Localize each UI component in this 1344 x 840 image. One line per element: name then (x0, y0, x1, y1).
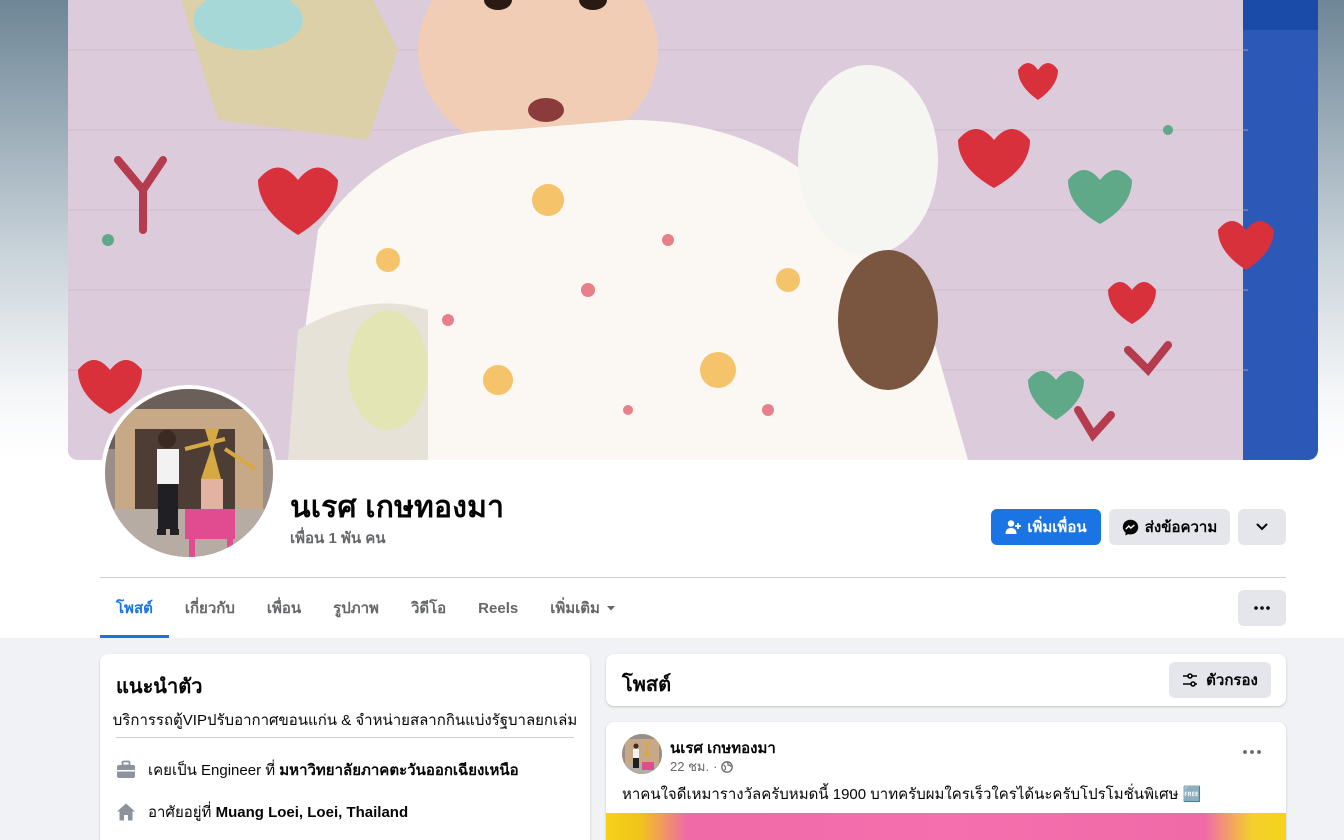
tab-videos[interactable]: วิดีโอ (395, 578, 462, 638)
tab-photos[interactable]: รูปภาพ (317, 578, 395, 638)
filter-icon (1183, 673, 1198, 687)
caret-down-icon (606, 606, 615, 611)
intro-bio: บริการรถตู้VIPปรับอากาศขอนแก่น & จำหน่าย… (112, 712, 578, 729)
profile-picture[interactable] (101, 385, 277, 561)
post-text: หาคนใจดีเหมารางวัลครับหมดนี้ 1900 บาทครั… (622, 786, 1202, 803)
post-image[interactable] (606, 813, 1286, 840)
post-meta: 22 ชม. · (670, 756, 734, 777)
intro-card: แนะนำตัว บริการรถตู้VIPปรับอากาศขอนแก่น … (100, 654, 590, 840)
profile-name: นเรศ เกษทองมา (290, 491, 505, 524)
profile-header: นเรศ เกษทองมา เพื่อน 1 พัน คน เพิ่มเพื่อ… (0, 0, 1344, 638)
work-prefix: เคยเป็น Engineer ที่ (148, 762, 280, 779)
tab-more[interactable]: เพิ่มเติม (534, 578, 632, 638)
post-card: นเรศ เกษทองมา 22 ชม. · หาคนใจดีเหมารางวั… (606, 722, 1286, 840)
add-friend-icon (1005, 520, 1022, 534)
post-avatar[interactable] (622, 734, 662, 774)
tab-posts[interactable]: โพสต์ (100, 578, 169, 638)
globe-icon[interactable] (721, 760, 734, 773)
add-friend-button[interactable]: เพิ่มเพื่อน (991, 509, 1101, 545)
friend-count[interactable]: เพื่อน 1 พัน คน (290, 526, 386, 550)
intro-location-text: อาศัยอยู่ที่ Muang Loei, Loei, Thailand (148, 800, 408, 824)
tab-label: รูปภาพ (333, 600, 379, 617)
intro-work-text: เคยเป็น Engineer ที่ มหาวิทยาลัยภาคตะวัน… (148, 758, 519, 782)
intro-title: แนะนำตัว (116, 676, 203, 698)
message-button[interactable]: ส่งข้อความ (1109, 509, 1230, 545)
tab-label: วิดีโอ (410, 600, 447, 617)
message-label: ส่งข้อความ (1144, 519, 1218, 536)
profile-tabs: โพสต์ เกี่ยวกับ เพื่อน รูปภาพ วิดีโอ Ree… (100, 578, 632, 638)
profile-dropdown-button[interactable] (1238, 509, 1286, 545)
intro-work: เคยเป็น Engineer ที่ มหาวิทยาลัยภาคตะวัน… (116, 758, 519, 782)
ellipsis-icon (1243, 750, 1261, 754)
filter-button[interactable]: ตัวกรอง (1169, 662, 1271, 698)
add-friend-label: เพิ่มเพื่อน (1027, 519, 1087, 536)
post-options-button[interactable] (1234, 740, 1270, 764)
tab-label: โพสต์ (116, 600, 153, 617)
tab-label: เพิ่มเติม (550, 600, 600, 617)
messenger-icon (1122, 519, 1138, 535)
posts-header-card: โพสต์ ตัวกรอง (606, 654, 1286, 706)
more-options-button[interactable] (1238, 590, 1286, 626)
lives-prefix: อาศัยอยู่ที่ (148, 804, 216, 821)
post-meta-separator: · (713, 759, 718, 774)
tab-about[interactable]: เกี่ยวกับ (169, 578, 251, 638)
chevron-down-icon (1256, 523, 1268, 531)
avatar (105, 389, 273, 557)
home-icon (117, 803, 135, 821)
tab-label: Reels (478, 599, 519, 617)
ellipsis-icon (1254, 606, 1270, 610)
filter-label: ตัวกรอง (1206, 672, 1258, 689)
posts-title: โพสต์ (622, 674, 672, 696)
tab-reels[interactable]: Reels (462, 578, 534, 638)
lives-place[interactable]: Muang Loei, Loei, Thailand (216, 804, 409, 821)
tab-label: เกี่ยวกับ (184, 600, 235, 617)
work-place[interactable]: มหาวิทยาลัยภาคตะวันออกเฉียงเหนือ (279, 762, 518, 779)
intro-location: อาศัยอยู่ที่ Muang Loei, Loei, Thailand (116, 800, 408, 824)
briefcase-icon (117, 760, 135, 778)
intro-divider (116, 737, 574, 738)
tab-label: เพื่อน (266, 600, 302, 617)
post-time[interactable]: 22 ชม. (670, 756, 709, 777)
cover-photo[interactable] (68, 0, 1318, 460)
tab-friends[interactable]: เพื่อน (251, 578, 317, 638)
